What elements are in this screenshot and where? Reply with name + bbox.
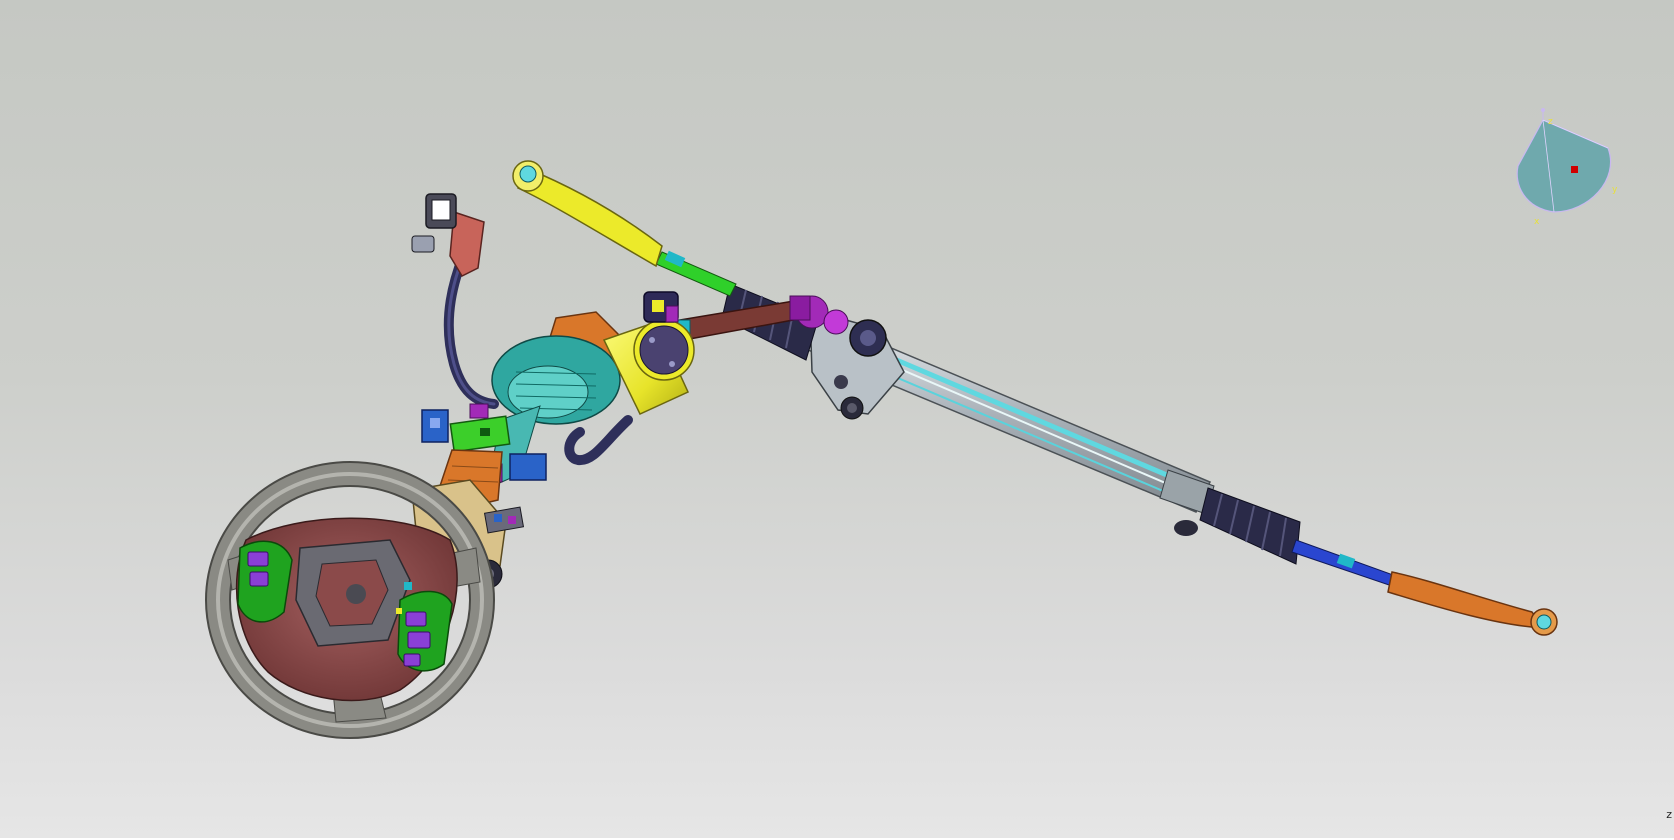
compass-marker xyxy=(1571,166,1578,173)
3d-orientation-compass-icon[interactable]: x y z xyxy=(1508,100,1618,230)
left-tie-rod[interactable] xyxy=(512,160,737,297)
right-rack-boot xyxy=(1199,487,1301,565)
steering-wheel[interactable] xyxy=(205,461,495,739)
3d-viewport[interactable]: x y z z xyxy=(0,0,1674,840)
electric-motor[interactable] xyxy=(602,291,695,415)
connector xyxy=(411,193,485,277)
compass-y-label: y xyxy=(1612,185,1618,195)
right-tie-rod[interactable] xyxy=(1291,539,1558,636)
compass-z-label: z xyxy=(1548,117,1553,127)
compass-x-label: x xyxy=(1534,217,1540,227)
steering-system-model[interactable] xyxy=(0,0,1674,840)
edge-glyph: z xyxy=(1666,808,1672,821)
gear-housing xyxy=(491,335,621,425)
